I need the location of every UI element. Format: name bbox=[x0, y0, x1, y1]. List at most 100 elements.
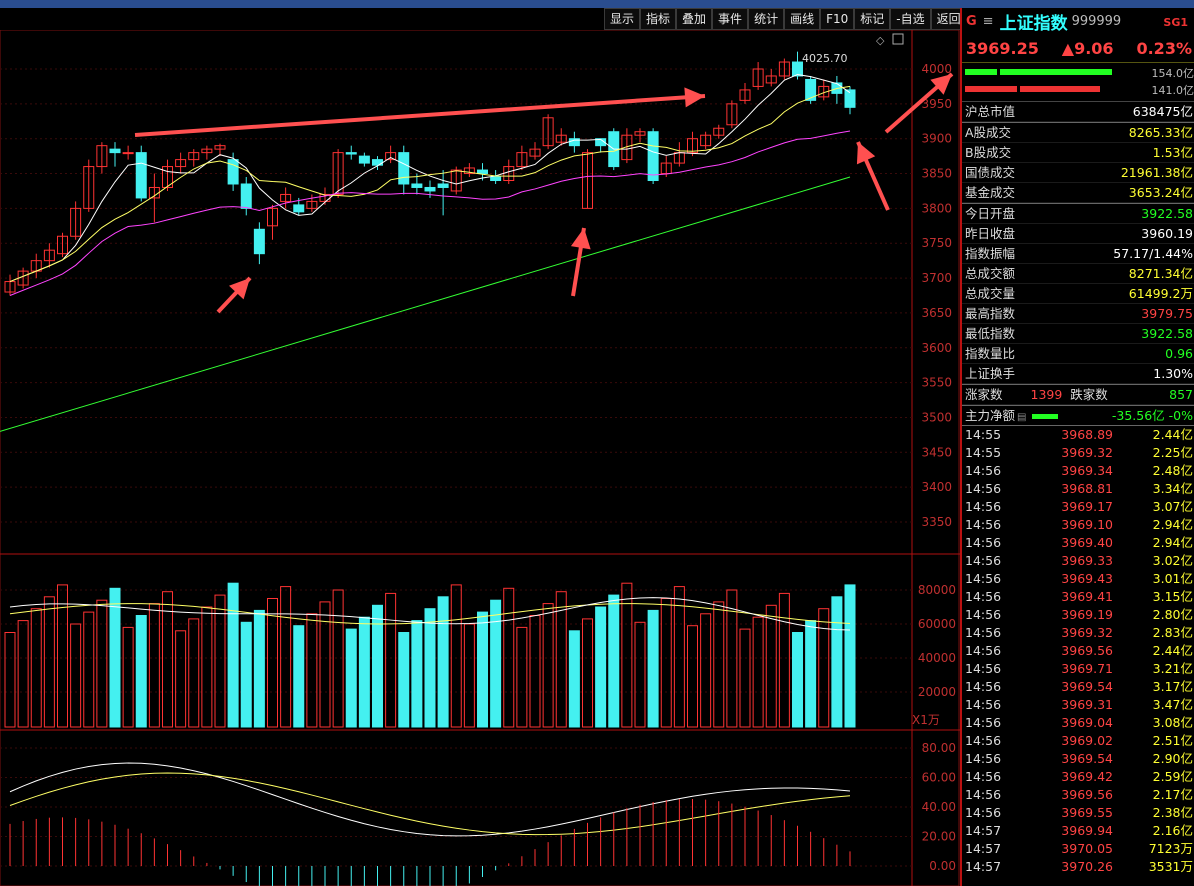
flow-label: 主力净额 bbox=[965, 408, 1016, 423]
tick-time: 14:56 bbox=[965, 535, 1002, 550]
tick-volume: 2.16亿 bbox=[1152, 823, 1193, 838]
tick-price: 3969.17 bbox=[1061, 499, 1113, 514]
stat-label: 上证换手 bbox=[965, 366, 1016, 381]
tick-price: 3969.10 bbox=[1061, 517, 1113, 532]
volume-bar bbox=[792, 632, 803, 728]
candle-body bbox=[398, 152, 410, 185]
quote-line: 3969.25 ▲9.06 0.23% bbox=[962, 34, 1194, 63]
stat-label: 今日开盘 bbox=[965, 206, 1016, 221]
list-icon[interactable]: ≡ bbox=[983, 14, 994, 29]
tick-time: 14:56 bbox=[965, 643, 1002, 658]
stat-row: 指数振幅 57.17/1.44% bbox=[962, 244, 1194, 264]
volume-bar bbox=[739, 628, 751, 728]
toolbar-button-3[interactable]: 事件 bbox=[712, 8, 749, 30]
toolbar-button-6[interactable]: F10 bbox=[820, 8, 855, 30]
tick-row: 14:56 3969.40 2.94亿 bbox=[962, 534, 1194, 552]
price-tick-label: 3850 bbox=[921, 167, 952, 181]
tick-volume: 2.94亿 bbox=[1152, 517, 1193, 532]
stat-value: 638475亿 bbox=[1132, 104, 1193, 119]
volume-bar bbox=[345, 628, 357, 728]
sg-badge[interactable]: SG1 bbox=[1163, 16, 1188, 29]
volume-bar bbox=[398, 632, 410, 728]
candle-body bbox=[122, 152, 134, 155]
stat-value: 1.53亿 bbox=[1152, 145, 1193, 160]
volume-bar bbox=[411, 620, 423, 728]
toolbar-button-2[interactable]: 叠加 bbox=[676, 8, 713, 30]
volume-bar bbox=[253, 609, 265, 728]
tick-time: 14:56 bbox=[965, 805, 1002, 820]
stat-row: 指数量比 0.96 bbox=[962, 344, 1194, 364]
index-name: 上证指数 bbox=[999, 13, 1068, 34]
tick-volume: 2.25亿 bbox=[1152, 445, 1193, 460]
volume-bar bbox=[490, 599, 502, 728]
volume-bar bbox=[673, 586, 685, 728]
annotation-arrow bbox=[134, 94, 706, 137]
doc-icon[interactable]: ▤ bbox=[1017, 412, 1026, 423]
stat-row: 沪总市值 638475亿 bbox=[962, 102, 1194, 122]
volume-bar bbox=[83, 611, 95, 728]
stat-label: 最高指数 bbox=[965, 306, 1016, 321]
kline-chart-area[interactable]: 4000 3950 3900 3850 3800 3750 3700 3650 3600 3550… bbox=[0, 30, 960, 886]
stat-label: 指数量比 bbox=[965, 346, 1016, 361]
stat-value: 3960.19 bbox=[1141, 226, 1193, 241]
title-bar bbox=[0, 0, 1194, 8]
candle-body bbox=[805, 78, 817, 101]
indicator-tick-label: 80.00 bbox=[922, 741, 956, 755]
volume-bar bbox=[542, 603, 554, 728]
tick-time: 14:56 bbox=[965, 679, 1002, 694]
stat-value: 8265.33亿 bbox=[1128, 125, 1193, 140]
toolbar-button-7[interactable]: 标记 bbox=[854, 8, 891, 30]
volume-bar bbox=[595, 606, 607, 728]
buy-volume: 154.0亿 bbox=[1151, 67, 1194, 80]
volume-bar bbox=[148, 603, 160, 728]
volume-tick-label: 60000 bbox=[918, 617, 956, 631]
volume-bar bbox=[647, 609, 659, 728]
volume-bar bbox=[227, 582, 239, 728]
stat-label: 指数振幅 bbox=[965, 246, 1016, 261]
down-label: 跌家数 bbox=[1070, 387, 1108, 402]
tick-volume: 2.51亿 bbox=[1152, 733, 1193, 748]
flow-value: -35.56亿 bbox=[1111, 408, 1165, 423]
tick-price: 3968.81 bbox=[1061, 481, 1113, 496]
tick-price: 3970.26 bbox=[1061, 859, 1113, 874]
toolbar-button-5[interactable]: 画线 bbox=[784, 8, 821, 30]
stat-value: 1.30% bbox=[1153, 366, 1193, 381]
stat-label: 总成交量 bbox=[965, 286, 1016, 301]
volume-bar bbox=[4, 632, 16, 728]
buy-bar-a bbox=[965, 69, 997, 75]
tick-row: 14:55 3969.32 2.25亿 bbox=[962, 444, 1194, 462]
tick-row: 14:56 3969.02 2.51亿 bbox=[962, 732, 1194, 750]
tick-row: 14:56 3969.71 3.21亿 bbox=[962, 660, 1194, 678]
tick-row: 14:56 3969.33 3.02亿 bbox=[962, 552, 1194, 570]
toolbar-button-4[interactable]: 统计 bbox=[748, 8, 785, 30]
tick-price: 3969.54 bbox=[1061, 679, 1113, 694]
stat-row: 总成交额 8271.34亿 bbox=[962, 264, 1194, 284]
tick-time: 14:56 bbox=[965, 607, 1002, 622]
volume-bar bbox=[17, 620, 29, 728]
toolbar-button-0[interactable]: 显示 bbox=[604, 8, 641, 30]
g-badge[interactable]: G bbox=[966, 14, 977, 29]
tick-list[interactable]: 14:55 3968.89 2.44亿 14:55 3969.32 2.25亿 14:56 3… bbox=[962, 426, 1194, 876]
toolbar-button-8[interactable]: -自选 bbox=[890, 8, 931, 30]
volume-bar bbox=[57, 584, 68, 728]
volume-bar bbox=[713, 601, 725, 728]
tick-volume: 2.44亿 bbox=[1152, 427, 1193, 442]
toolbar-button-1[interactable]: 指标 bbox=[640, 8, 677, 30]
breadth-row: 涨家数 1399 跌家数 857 bbox=[962, 384, 1194, 405]
volume-bar bbox=[319, 601, 331, 728]
kline-chart-svg[interactable]: 4000395039003850380037503700365036003550… bbox=[0, 30, 960, 886]
volume-bar bbox=[267, 598, 278, 728]
stat-value: 3653.24亿 bbox=[1128, 185, 1193, 200]
indicator-tick-label: 60.00 bbox=[922, 771, 956, 785]
volume-bar bbox=[660, 598, 672, 728]
tick-price: 3969.33 bbox=[1061, 553, 1113, 568]
stat-label: A股成交 bbox=[965, 125, 1012, 140]
volume-bar bbox=[582, 618, 593, 728]
price-change-pct: 0.23% bbox=[1136, 38, 1192, 58]
tick-price: 3969.42 bbox=[1061, 769, 1113, 784]
up-count: 1399 bbox=[1030, 387, 1063, 402]
stat-row: B股成交 1.53亿 bbox=[962, 143, 1194, 163]
tick-price: 3969.71 bbox=[1061, 661, 1113, 676]
volume-bar bbox=[778, 592, 790, 728]
stat-label: B股成交 bbox=[965, 145, 1012, 160]
